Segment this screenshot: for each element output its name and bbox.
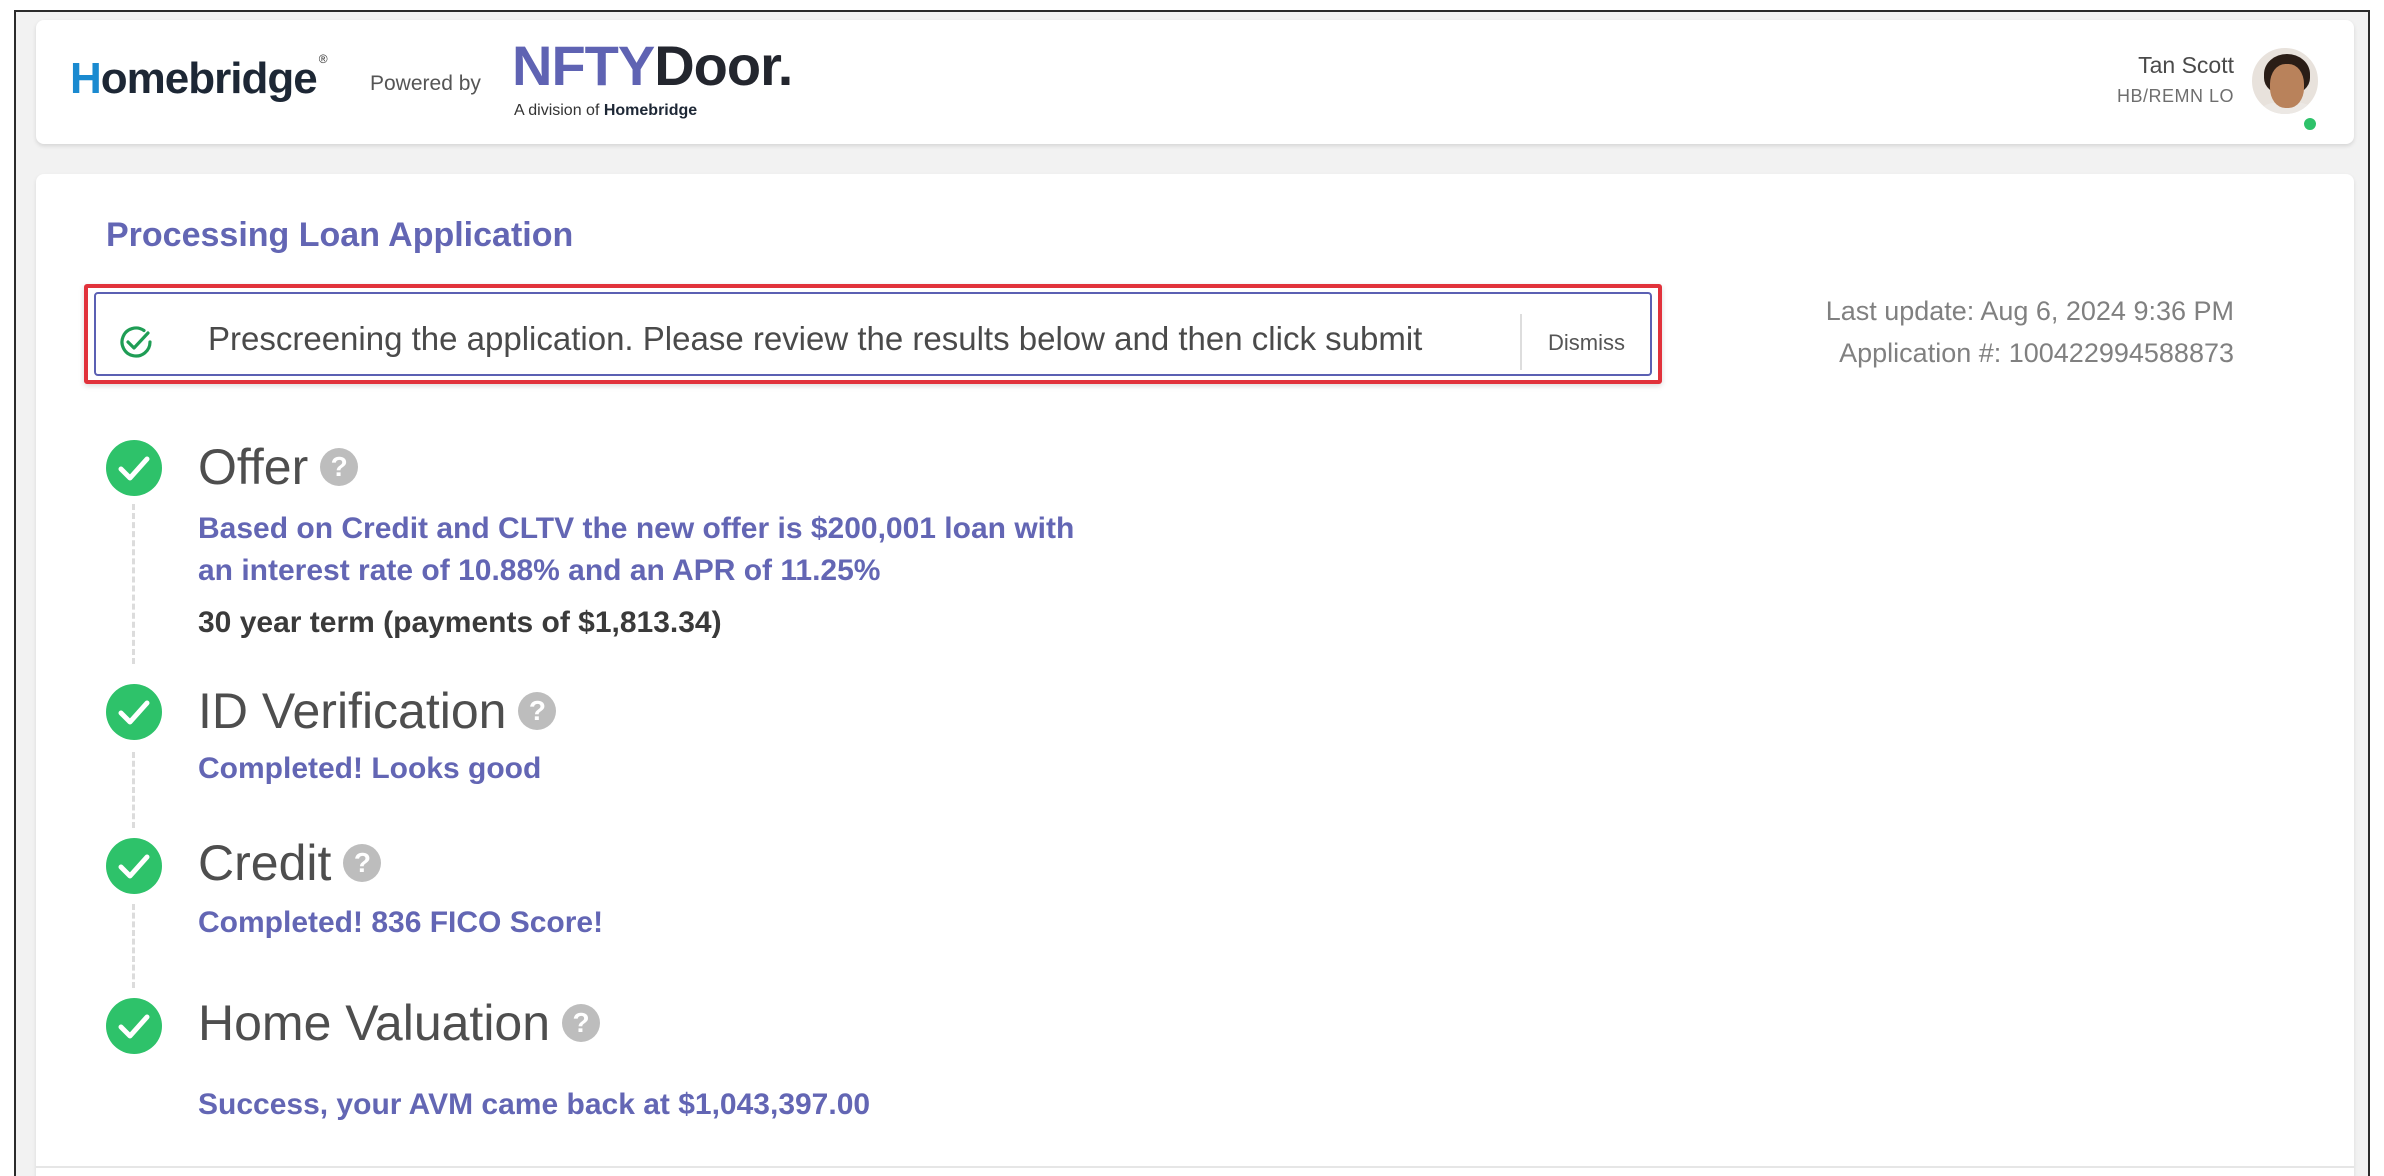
nfty-text: NFTY [512,34,655,97]
powered-by-label: Powered by [370,72,481,95]
step-complete-icon [106,998,162,1054]
step-title-text: ID Verification [198,683,507,739]
step-complete-icon [106,440,162,496]
timeline-connector [132,904,135,988]
timeline-connector [132,752,135,828]
last-update: Last update: Aug 6, 2024 9:36 PM [1825,296,2234,326]
door-text: Door. [654,34,793,97]
help-icon[interactable]: ? [562,1004,601,1042]
step-title-id-verification: ID Verification ? [198,682,557,740]
step-complete-icon [106,684,162,740]
page-title: Processing Loan Application [106,216,574,254]
check-circle-icon [120,326,152,358]
id-verification-description: Completed! Looks good [198,752,542,785]
homebridge-logo[interactable]: Homebridge ® [70,52,328,104]
main-panel: Processing Loan Application Prescreening… [36,174,2354,1176]
avatar[interactable] [2250,46,2320,116]
division-text: A division of [514,102,600,119]
division-brand: Homebridge [603,102,698,119]
alert-message: Prescreening the application. Please rev… [208,320,1423,357]
dismiss-button[interactable]: Dismiss [1548,330,1625,356]
user-role: HB/REMN LO [2116,86,2234,106]
online-status-icon [2302,116,2318,132]
nftydoor-logo[interactable]: NFTYDoor. [512,38,793,94]
avatar-face [2270,64,2304,108]
user-name[interactable]: Tan Scott [2138,52,2234,79]
logo-rest: omebridge [100,54,318,103]
offer-term: 30 year term (payments of $1,813.34) [198,606,722,639]
offer-description-line2: an interest rate of 10.88% and an APR of… [198,554,881,587]
alert-divider [1520,314,1522,370]
prescreen-alert: Prescreening the application. Please rev… [84,284,1662,384]
step-title-offer: Offer ? [198,438,359,496]
step-complete-icon [106,838,162,894]
logo-prefix: H [70,54,102,103]
division-tagline: A division of Homebridge [514,102,697,120]
application-number: Application #: 100422994588873 [1839,338,2234,368]
step-title-text: Home Valuation [198,995,551,1051]
help-icon[interactable]: ? [518,692,557,730]
top-header: Homebridge ® Powered by NFTYDoor. A divis… [36,20,2354,144]
bottom-divider [36,1166,2354,1168]
help-icon[interactable]: ? [343,844,382,882]
credit-description: Completed! 836 FICO Score! [198,906,604,939]
logo-registered-mark: ® [318,52,328,67]
step-title-text: Credit [198,835,332,891]
step-title-credit: Credit ? [198,834,382,892]
offer-description-line1: Based on Credit and CLTV the new offer i… [198,512,1075,545]
alert-inner-border: Prescreening the application. Please rev… [94,292,1652,376]
step-title-home-valuation: Home Valuation ? [198,994,601,1052]
timeline-connector [132,504,135,664]
help-icon[interactable]: ? [320,448,359,486]
home-valuation-description: Success, your AVM came back at $1,043,39… [198,1088,871,1121]
step-title-text: Offer [198,439,309,495]
